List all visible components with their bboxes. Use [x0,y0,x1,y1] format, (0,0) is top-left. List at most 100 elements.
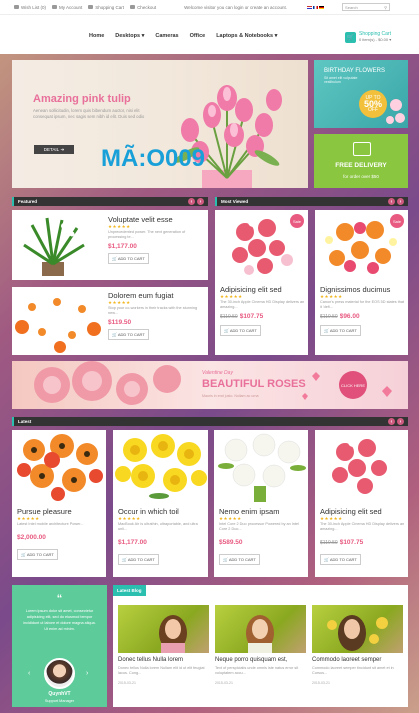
birthday-banner[interactable]: BIRTHDAY FLOWERS Sit amet elit vulputate… [314,60,408,128]
free-delivery-banner[interactable]: FREE DELIVERY for order over $50 [314,134,408,188]
product-desc: MacBook Air is ultrathin, ultraportable,… [118,522,198,531]
product-name[interactable]: Dignissimos ducimus [320,285,405,294]
valentine-text: Valentine Day [202,370,233,376]
promo-title: BEAUTIFUL ROSES [202,378,306,390]
nav-home[interactable]: Home [89,33,104,39]
product-name[interactable]: Nemo enim ipsam [219,507,305,516]
add-to-cart-button[interactable]: 🛒 ADD TO CART [320,325,361,336]
product-name[interactable]: Pursue pleasure [17,507,103,516]
blog-post[interactable]: Donec tellus Nulla lorem Donec tellus Nu… [118,605,209,685]
most-viewed-product[interactable]: Sale Dignissimos ducimus ★★★★★ Canon's p… [315,210,408,355]
post-date: 2015-03-21 [118,681,136,685]
sale-badge: Sale [390,214,404,228]
product-name[interactable]: Adipisicing elit sed [220,285,305,294]
sale-badge: Sale [290,214,304,228]
next-arrow-icon[interactable]: › [397,198,404,205]
blog-title: Latest Blog [113,585,146,596]
quote-icon: “ [56,593,63,605]
nav-cameras[interactable]: Cameras [155,33,178,39]
testimonial-role: Support Manager [44,699,75,703]
featured-header: Featured ‹ › [12,197,208,206]
click-here-button[interactable]: CLICK HERE [339,371,367,399]
detail-button[interactable]: DETAIL ➜ [34,145,74,154]
product-price: $1,177.00 [108,243,137,250]
prev-arrow-icon[interactable]: ‹ [388,418,395,425]
nav-desktops[interactable]: Desktops ▾ [115,33,144,39]
post-desc: Text of perspiciatis unde omnis iste nat… [215,666,299,675]
add-to-cart-button[interactable]: 🛒 ADD TO CART [219,554,260,565]
blog-post[interactable]: Neque porro quisquam est, Text of perspi… [215,605,306,685]
featured-product[interactable]: Dolorem eum fugiat ★★★★★ Stop your co-wo… [12,287,208,355]
next-arrow-icon[interactable]: › [197,198,204,205]
shopping-cart-link[interactable]: Shopping Cart [88,5,124,10]
product-image [328,437,390,494]
latest-blog: Latest Blog Donec tellus Nulla lorem Don… [113,585,408,707]
latest-product[interactable]: Occur in which toil ★★★★★ MacBook Air is… [113,430,208,577]
product-price: $1,177.00 [118,539,147,546]
nav-laptops[interactable]: Laptops & Notebooks ▾ [216,33,277,39]
main-nav: Home Desktops ▾ Cameras Office Laptops &… [89,33,277,39]
product-name[interactable]: Occur in which toil [118,507,204,516]
product-name[interactable]: Voluptate velit esse [108,215,203,224]
post-title[interactable]: Commodo laoreet semper [312,657,403,663]
latest-product[interactable]: Pursue pleasure ★★★★★ Latest Intel mobil… [12,430,106,577]
language-flags[interactable] [307,5,325,9]
prev-arrow-icon[interactable]: ‹ [188,198,195,205]
latest-header: Latest ‹ › [12,417,408,426]
flag-icon[interactable] [313,5,319,9]
next-arrow-icon[interactable]: › [397,418,404,425]
product-desc: Stop your co-workers in their tracks wit… [108,306,198,315]
post-title[interactable]: Donec tellus Nulla lorem [118,657,209,663]
add-to-cart-button[interactable]: 🛒 ADD TO CART [118,554,159,565]
nav-office[interactable]: Office [190,33,206,39]
search-icon[interactable]: ⚲ [384,5,387,10]
blog-image [118,605,209,653]
flag-icon[interactable] [307,5,313,9]
prev-arrow-icon[interactable]: ‹ [28,670,30,677]
testimonial-text: Lorem ipsum dolor sit amet, consectetur … [23,609,96,631]
add-to-cart-button[interactable]: 🛒 ADD TO CART [220,325,261,336]
add-to-cart-button[interactable]: 🛒 ADD TO CART [320,554,361,565]
most-viewed-header: Most Viewed ‹ › [215,197,408,206]
header-cart[interactable]: 🛒 Shopping Cart 0 item(s) - $0.00 ▾ [345,31,391,43]
add-to-cart-button[interactable]: 🛒 ADD TO CART [17,549,58,560]
post-date: 2015-03-21 [312,681,330,685]
add-to-cart-button[interactable]: 🛒 ADD TO CART [108,253,149,264]
heart-icon [14,5,19,9]
latest-product[interactable]: Adipisicing elit sed ★★★★★ The 30-inch A… [315,430,408,577]
checkout-link[interactable]: Checkout [130,5,156,10]
product-desc: The 30-inch Apple Cinema HD Display deli… [220,300,305,309]
product-price: $119.50 $107.75 [220,313,264,320]
latest-product[interactable]: Nemo enim ipsam ★★★★★ Intel Core 2 Duo p… [214,430,308,577]
next-arrow-icon[interactable]: › [86,670,88,677]
product-image [218,433,306,502]
add-to-cart-button[interactable]: 🛒 ADD TO CART [108,329,149,340]
product-desc: The 30-inch Apple Cinema HD Display deli… [320,522,405,531]
chevron-down-icon: ▾ [141,33,145,39]
share-icon [130,5,136,9]
prev-arrow-icon[interactable]: ‹ [388,198,395,205]
product-price: $589.50 [219,539,243,546]
featured-product[interactable]: Voluptate velit esse ★★★★★ Unprecedented… [12,210,208,280]
post-title[interactable]: Neque porro quisquam est, [215,657,306,663]
roses-promo-banner[interactable]: Valentine Day BEAUTIFUL ROSES Mauris in … [12,361,408,409]
product-name[interactable]: Adipisicing elit sed [320,507,406,516]
search-input[interactable]: Search ⚲ [342,3,391,11]
product-name[interactable]: Dolorem eum fugiat [108,291,203,300]
promo-sub: Mauris in erat justo. Nullam ac urna [202,394,259,398]
product-desc: Unprecedented power. The next generation… [108,230,186,239]
cart-icon: 🛒 [345,31,356,43]
cart-icon [88,5,94,9]
flag-icon[interactable] [319,5,325,9]
wishlist-link[interactable]: Wish List (0) [14,5,46,10]
product-price: $2,000.00 [17,534,46,541]
slider-text: Aenean sollicitudin, lorem quis bibendum… [33,108,145,119]
product-price: $119.50 [108,319,132,326]
account-link[interactable]: My Account [52,5,82,10]
product-image [115,434,207,499]
product-desc: Canon's press material for the EOS 5D st… [320,300,405,309]
blog-post[interactable]: Commodo laoreet semper Commodo laoreet s… [312,605,403,685]
post-desc: Commodo laoreet semper tincidunt sit ame… [312,666,394,675]
welcome-text: Welcome visitor you can login or create … [184,4,288,10]
most-viewed-product[interactable]: Sale Adipisicing elit sed ★★★★★ The 30-i… [215,210,308,355]
